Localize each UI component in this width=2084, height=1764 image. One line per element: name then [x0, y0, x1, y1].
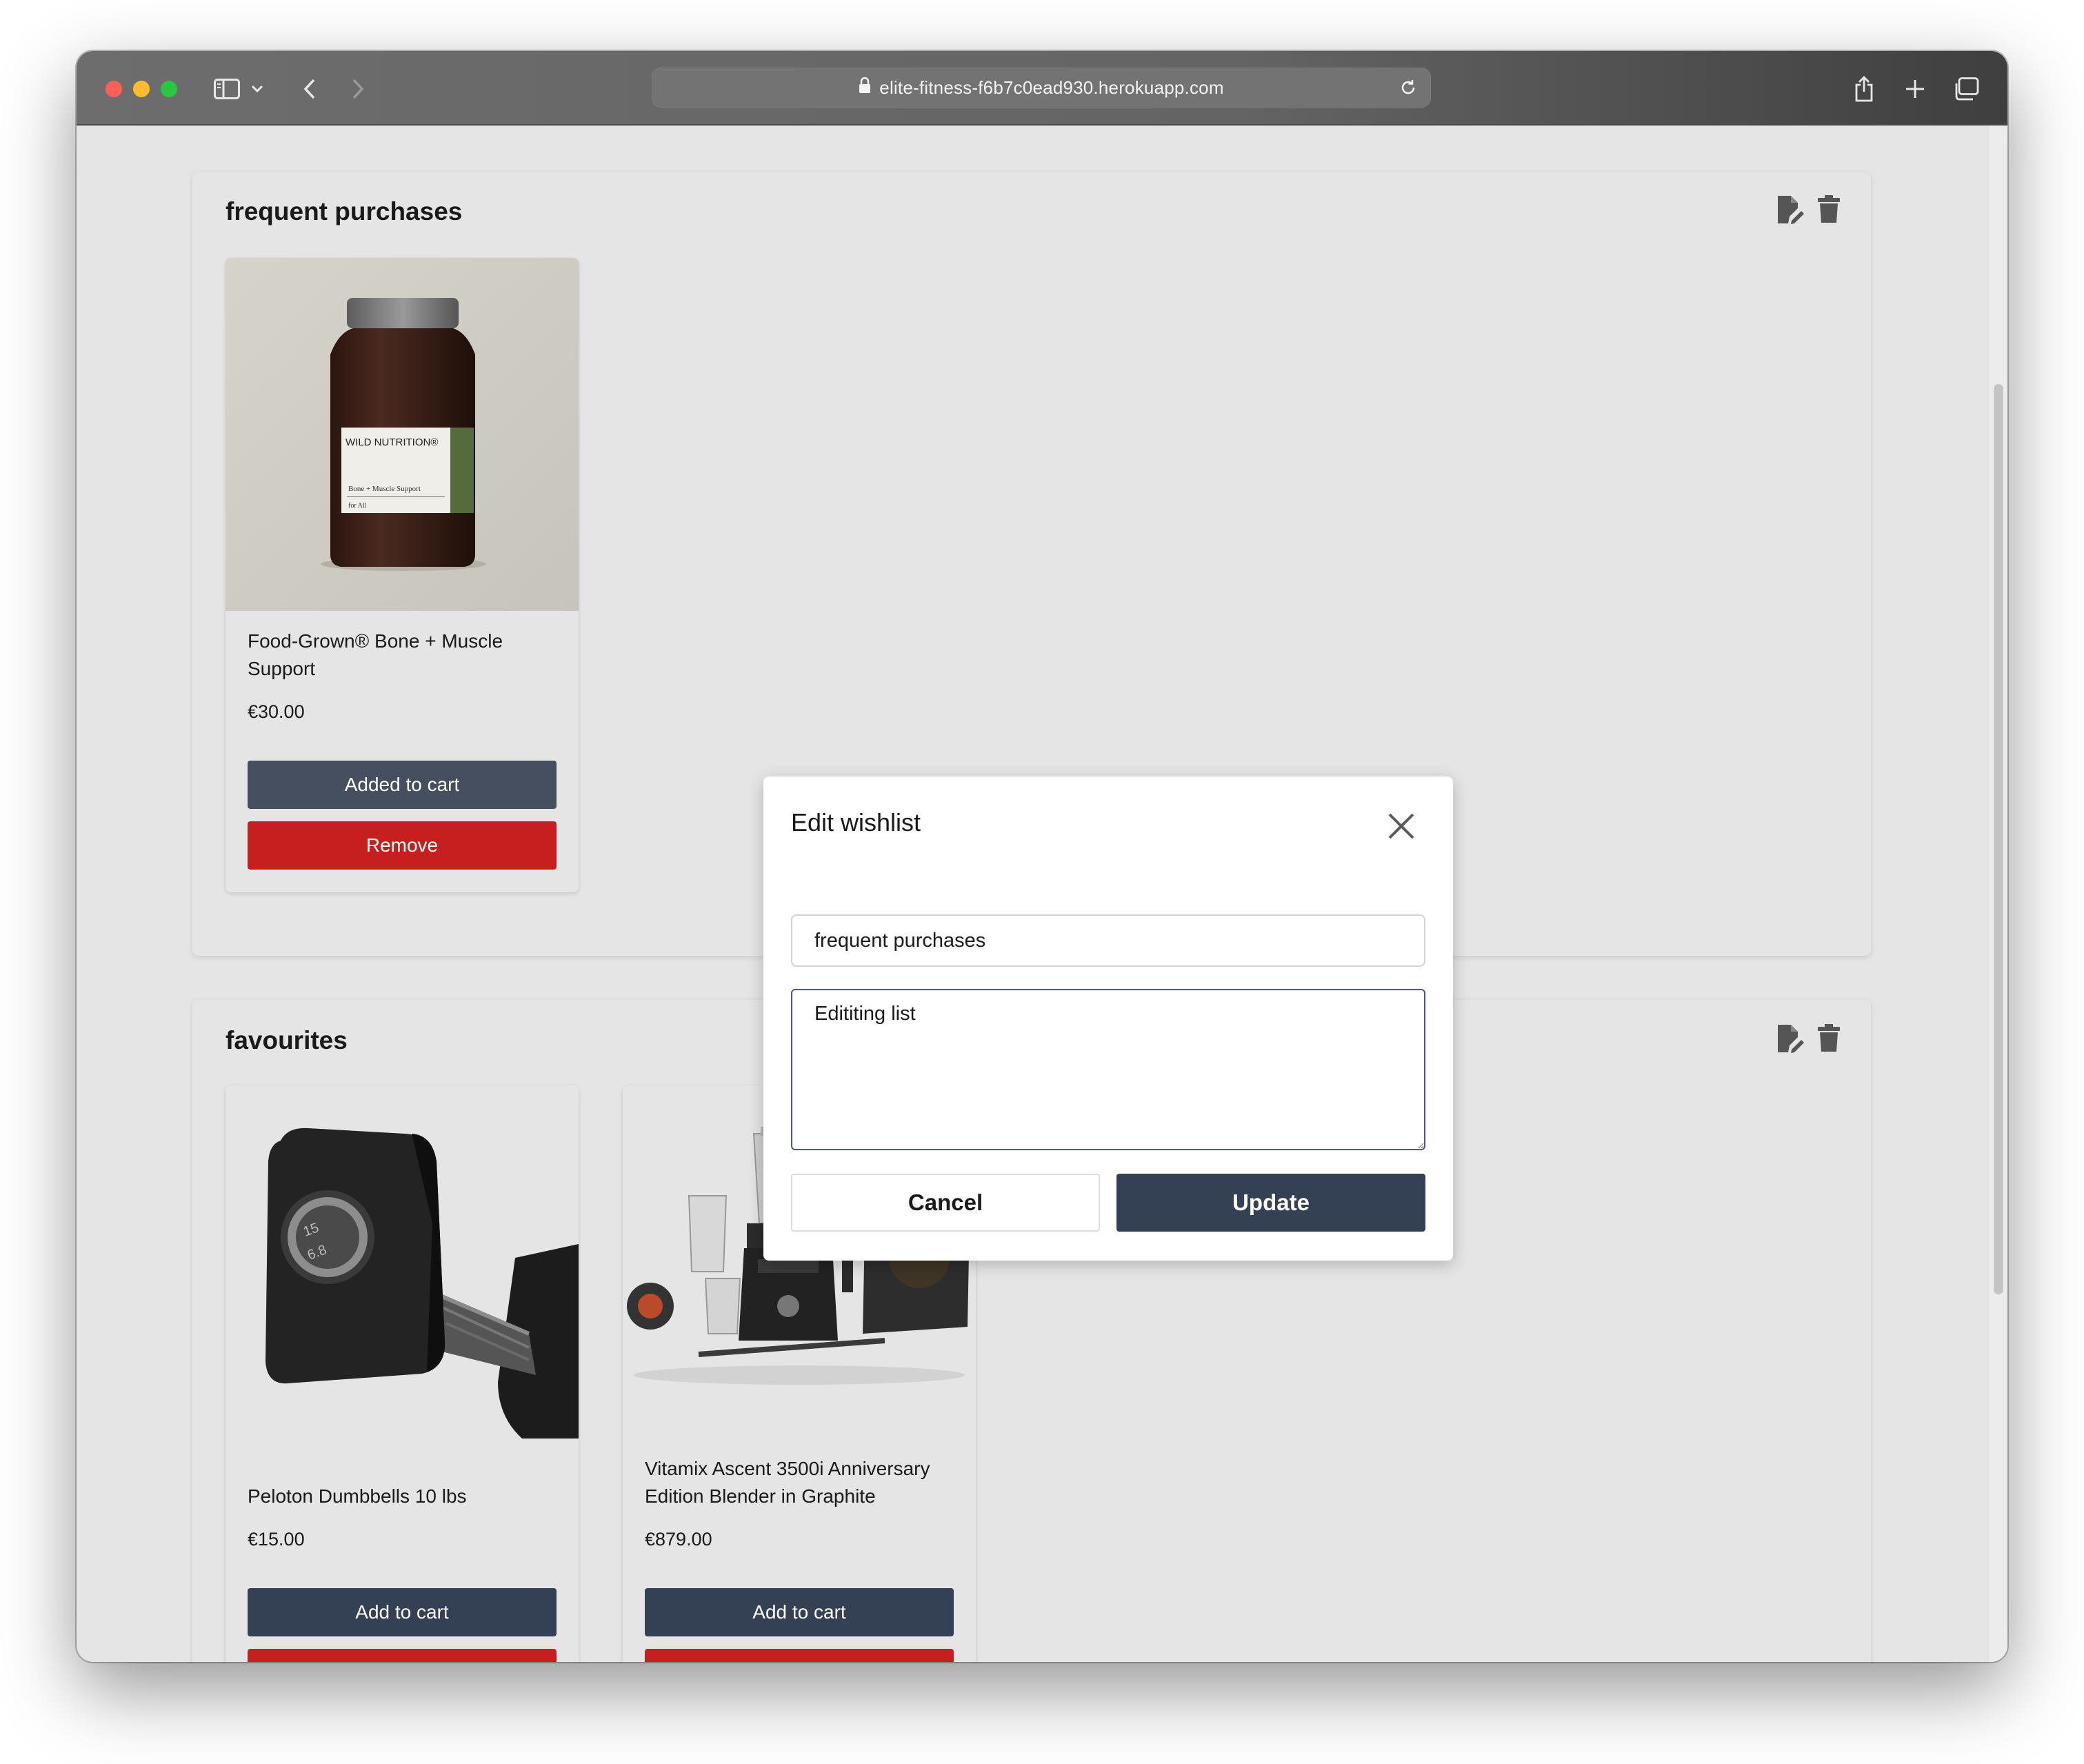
product-price: €15.00 — [248, 1529, 305, 1550]
delete-wishlist-icon[interactable] — [1817, 194, 1841, 228]
wishlist-title: favourites — [226, 1026, 348, 1054]
cancel-button[interactable]: Cancel — [791, 1174, 1100, 1232]
remove-button[interactable]: Remove — [248, 821, 557, 870]
wishlist-actions — [1776, 194, 1841, 228]
add-to-cart-button[interactable]: Add to cart — [248, 1588, 557, 1636]
label-brand-text: WILD NUTRITION® — [345, 437, 438, 448]
minimize-window-button[interactable] — [133, 81, 150, 97]
browser-toolbar: elite-fitness-f6b7c0ead930.herokuapp.com — [77, 51, 2007, 126]
product-name[interactable]: Vitamix Ascent 3500i Anniversary Edition… — [645, 1455, 962, 1510]
wishlist-name-input[interactable] — [791, 914, 1425, 967]
address-bar[interactable]: elite-fitness-f6b7c0ead930.herokuapp.com — [652, 68, 1431, 108]
product-image: 15 6.8 — [226, 1085, 579, 1439]
remove-button[interactable] — [645, 1649, 954, 1662]
wishlist-actions — [1776, 1023, 1841, 1057]
edit-wishlist-icon[interactable] — [1776, 194, 1805, 228]
label-product-text: Bone + Muscle Support — [348, 485, 421, 493]
browser-window: elite-fitness-f6b7c0ead930.herokuapp.com… — [77, 51, 2007, 1662]
remove-button[interactable] — [248, 1649, 557, 1662]
delete-wishlist-icon[interactable] — [1817, 1023, 1841, 1057]
reload-icon[interactable] — [1399, 78, 1418, 102]
new-tab-icon[interactable] — [1903, 72, 1927, 106]
modal-title: Edit wishlist — [791, 808, 921, 836]
forward-icon[interactable] — [347, 72, 369, 106]
tabs-overview-icon[interactable] — [1952, 72, 1980, 106]
close-icon[interactable] — [1386, 811, 1416, 841]
label-audience-text: for All — [348, 502, 367, 510]
back-icon[interactable] — [299, 72, 321, 106]
wishlist-description-textarea[interactable]: Edititing list — [791, 989, 1425, 1150]
product-card: 15 6.8 Peloton Dumbbells 10 lbs €15.00 A… — [226, 1085, 579, 1662]
lock-icon — [859, 77, 871, 99]
scrollbar-track[interactable] — [1990, 126, 2007, 1662]
add-to-cart-button[interactable]: Add to cart — [645, 1588, 954, 1636]
product-name[interactable]: Food-Grown® Bone + Muscle Support — [248, 628, 565, 683]
wishlist-title: frequent purchases — [226, 197, 463, 225]
close-window-button[interactable] — [106, 81, 122, 97]
url-text: elite-fitness-f6b7c0ead930.herokuapp.com — [879, 77, 1224, 98]
product-image: WILD NUTRITION® Bone + Muscle Support fo… — [226, 258, 579, 611]
share-icon[interactable] — [1852, 72, 1876, 106]
page-content: frequent purchases WILD NUTRITION® Bone … — [77, 126, 2007, 1662]
sidebar-icon[interactable] — [212, 72, 242, 106]
scrollbar-thumb[interactable] — [1994, 384, 2003, 1294]
product-price: €30.00 — [248, 701, 305, 722]
update-button[interactable]: Update — [1116, 1174, 1425, 1232]
product-name[interactable]: Peloton Dumbbells 10 lbs — [248, 1483, 565, 1510]
product-price: €879.00 — [645, 1529, 712, 1550]
zoom-window-button[interactable] — [161, 81, 177, 97]
added-to-cart-button[interactable]: Added to cart — [248, 761, 557, 809]
chevron-down-icon[interactable] — [249, 72, 265, 106]
edit-wishlist-modal: Edit wishlist Edititing list Cancel Upda… — [763, 776, 1453, 1261]
edit-wishlist-icon[interactable] — [1776, 1023, 1805, 1057]
product-card: WILD NUTRITION® Bone + Muscle Support fo… — [226, 258, 579, 892]
